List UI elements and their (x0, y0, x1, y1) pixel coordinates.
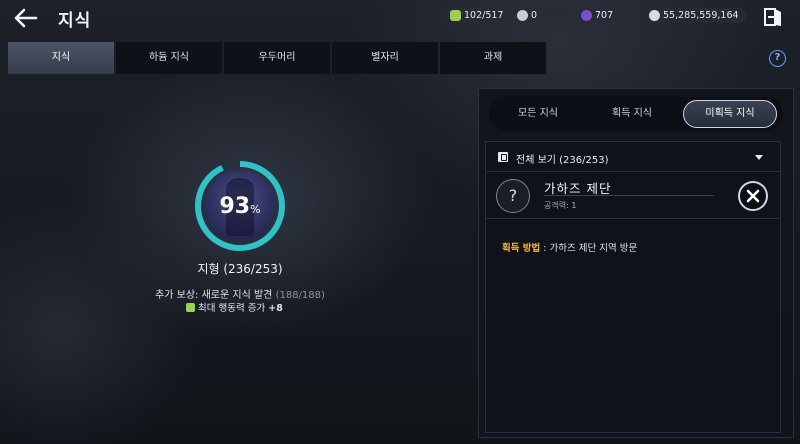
action-points-icon (450, 10, 461, 21)
tab-hadum-knowledge[interactable]: 하듐 지식 (116, 42, 222, 74)
tab-boss[interactable]: 우두머리 (224, 42, 330, 74)
tab-knowledge[interactable]: 지식 (8, 42, 114, 74)
knowledge-list: 전체 보기 (236/253) ? 가하즈 제단 공격력: 1 획득 방법 : … (485, 141, 781, 433)
segment-unacquired-knowledge[interactable]: 미획득 지식 (683, 100, 777, 128)
help-button[interactable]: ? (769, 50, 786, 67)
resource-silver-coin: 0 (514, 8, 568, 23)
resource-purple-gem: 707 (578, 8, 641, 23)
resource-action-points: 102/517 (447, 8, 513, 23)
reward-text: 추가 보상: 새로운 지식 발견 (188/188) (155, 290, 325, 301)
list-item[interactable]: ? 가하즈 제단 공격력: 1 (486, 173, 780, 219)
knowledge-panel: 모든 지식 획득 지식 미획득 지식 전체 보기 (236/253) ? 가하즈… (478, 88, 794, 438)
action-points-icon (186, 303, 195, 312)
resource-value: 0 (531, 10, 538, 21)
resource-value: 102/517 (464, 10, 504, 21)
resource-value: 707 (595, 10, 614, 21)
exit-button[interactable] (762, 6, 784, 28)
silver-coin-icon (517, 10, 528, 21)
acquisition-method: 획득 방법 : 가하즈 제단 지역 방문 (502, 243, 638, 254)
exit-door-icon (764, 8, 781, 26)
unknown-question-icon: ? (496, 179, 530, 213)
progress-percent: 93% (219, 194, 261, 219)
page-title: 지식 (58, 11, 92, 31)
tab-constellation[interactable]: 별자리 (332, 42, 438, 74)
arrow-left-icon (14, 8, 38, 28)
resource-silver: 55,285,559,164 (646, 8, 746, 23)
silver-icon (649, 10, 660, 21)
back-button[interactable] (12, 6, 40, 30)
chevron-down-icon (755, 155, 763, 160)
top-bar: 지식 102/517 0 707 55,285,559,164 (0, 0, 800, 36)
filter-segment: 모든 지식 획득 지식 미획득 지식 (489, 97, 783, 131)
segment-acquired-knowledge[interactable]: 획득 지식 (587, 100, 677, 128)
bonus-text: 최대 행동력 증가 +8 (186, 300, 283, 314)
view-filter-dropdown[interactable]: 전체 보기 (236/253) (486, 142, 780, 172)
purple-gem-icon (581, 10, 592, 21)
divider (544, 195, 714, 196)
tab-quest[interactable]: 과제 (440, 42, 546, 74)
filter-icon (498, 152, 508, 162)
filter-label: 전체 보기 (236/253) (516, 155, 609, 166)
progress-ring: 93% (192, 158, 288, 254)
segment-all-knowledge[interactable]: 모든 지식 (495, 100, 581, 128)
main-tabs: 지식 하듐 지식 우두머리 별자리 과제 (8, 42, 548, 74)
category-label: 지형 (236/253) (197, 262, 283, 276)
resource-value: 55,285,559,164 (663, 10, 739, 21)
close-button[interactable] (738, 181, 768, 211)
item-subtitle: 공격력: 1 (544, 201, 577, 210)
close-icon (746, 189, 760, 203)
